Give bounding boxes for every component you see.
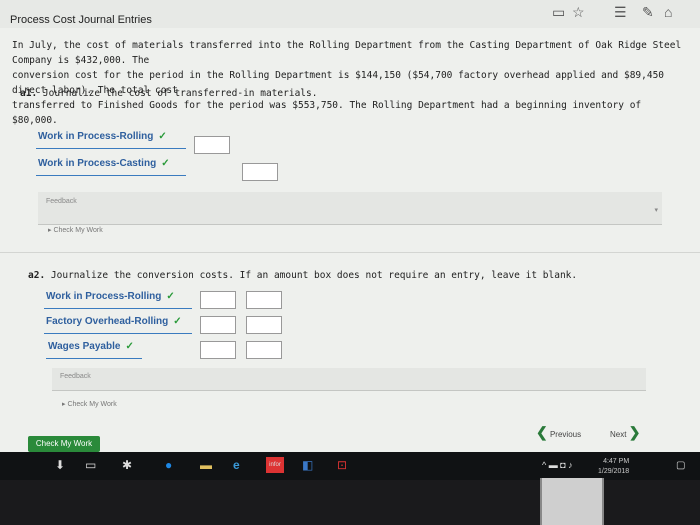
hub-icon[interactable]: ☰ (614, 4, 627, 21)
a2-row-1-debit-input[interactable] (200, 291, 236, 309)
a2-row-3-debit-input[interactable] (200, 341, 236, 359)
a1-row-debit: Work in Process-Rolling ✓ (36, 128, 186, 149)
a2-row-2-credit-input[interactable] (246, 316, 282, 334)
a1-row-credit: Work in Process-Casting ✓ (36, 155, 186, 176)
edge-browser-icon[interactable]: e (233, 458, 240, 472)
app-icon[interactable]: ✱ (122, 458, 132, 472)
share-icon[interactable]: ⌂ (664, 4, 672, 20)
check-my-work-button[interactable]: Check My Work (28, 436, 100, 452)
correct-check-icon: ✓ (173, 316, 182, 327)
chevron-down-icon[interactable]: ▾ (654, 206, 658, 214)
account-select[interactable]: Wages Payable ✓ (48, 341, 134, 352)
question-text: Journalize the conversion costs. If an a… (50, 270, 578, 281)
a2-row-2: Factory Overhead-Rolling ✓ (44, 313, 192, 334)
account-select[interactable]: Work in Process-Rolling ✓ (38, 131, 167, 142)
a1-debit-amount-input[interactable] (194, 136, 230, 154)
feedback-label: Feedback (46, 198, 77, 205)
feedback-panel[interactable]: Feedback (52, 368, 646, 391)
account-select[interactable]: Factory Overhead-Rolling ✓ (46, 316, 182, 327)
a2-row-1-credit-input[interactable] (246, 291, 282, 309)
reading-view-icon[interactable]: ▭ (552, 4, 565, 21)
web-note-icon[interactable]: ✎ (642, 4, 654, 21)
check-my-work-link[interactable]: ▸ Check My Work (48, 226, 103, 234)
system-clock[interactable]: 4:47 PM 1/29/2018 (598, 457, 629, 477)
chevron-left-icon: ❮ (536, 424, 548, 440)
previous-button[interactable]: ❮ Previous (536, 424, 581, 441)
account-select[interactable]: Work in Process-Rolling ✓ (46, 291, 175, 302)
chevron-right-icon: ❯ (628, 424, 641, 440)
feedback-label: Feedback (60, 373, 91, 380)
taskbar: ⬇ ▭ ✱ ● ▬ e infor ◧ ⊡ ^ ▬ ◘ ♪ ▢ (0, 452, 700, 480)
file-explorer-icon[interactable]: ▬ (200, 458, 212, 472)
pdf-reader-icon[interactable]: ⊡ (337, 458, 347, 472)
infor-app-icon[interactable]: infor (266, 457, 284, 473)
page-title: Process Cost Journal Entries (10, 14, 152, 26)
correct-check-icon: ✓ (158, 131, 167, 142)
browser-screen: ▭ ☆ ☰ ✎ ⌂ Process Cost Journal Entries I… (0, 0, 700, 452)
microphone-icon[interactable]: ⬇ (55, 458, 65, 472)
outlook-icon[interactable]: ◧ (302, 458, 313, 472)
question-number: a2. (28, 270, 46, 281)
app-icon[interactable]: ● (165, 458, 172, 472)
next-button[interactable]: Next ❯ (610, 424, 640, 441)
clock-date: 1/29/2018 (598, 468, 630, 475)
account-select[interactable]: Work in Process-Casting ✓ (38, 158, 170, 169)
question-number: a1. (20, 88, 38, 99)
correct-check-icon: ✓ (161, 158, 170, 169)
intro-line: transferred to Finished Goods for the pe… (12, 100, 642, 126)
question-a2-label: a2. Journalize the conversion costs. If … (28, 270, 577, 281)
a1-credit-amount-input[interactable] (242, 163, 278, 181)
a2-row-3-credit-input[interactable] (246, 341, 282, 359)
correct-check-icon: ✓ (125, 341, 134, 352)
check-my-work-link[interactable]: ▸ Check My Work (62, 400, 117, 408)
task-view-icon[interactable]: ▭ (85, 458, 96, 472)
monitor-stand (540, 478, 604, 525)
question-a1-label: a1. Journalize the cost of transferred-i… (20, 88, 317, 99)
a2-row-1: Work in Process-Rolling ✓ (44, 288, 192, 309)
favorite-star-icon[interactable]: ☆ (572, 4, 585, 21)
question-text: Journalize the cost of transferred-in ma… (42, 88, 318, 99)
clock-time: 4:47 PM (603, 458, 630, 465)
intro-line: In July, the cost of materials transferr… (12, 40, 682, 66)
correct-check-icon: ✓ (166, 291, 175, 302)
notification-icon[interactable]: ▢ (676, 460, 685, 471)
feedback-panel[interactable]: Feedback ▾ (38, 192, 662, 225)
section-divider (0, 252, 700, 253)
a2-row-2-debit-input[interactable] (200, 316, 236, 334)
problem-intro: In July, the cost of materials transferr… (12, 38, 684, 128)
a2-row-3: Wages Payable ✓ (46, 338, 142, 359)
system-tray-icons[interactable]: ^ ▬ ◘ ♪ (542, 460, 573, 470)
